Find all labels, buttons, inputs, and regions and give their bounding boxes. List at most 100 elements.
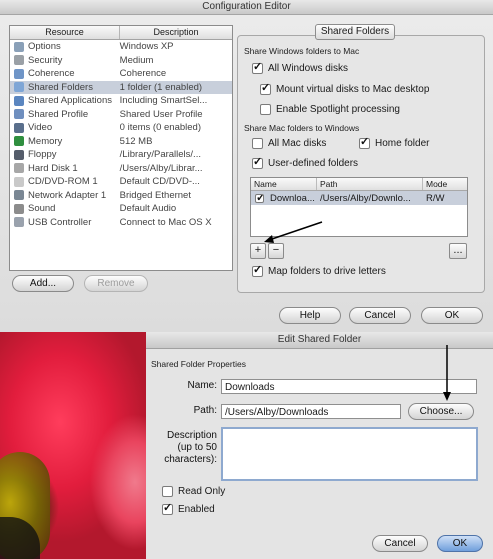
checkbox-icon [252, 138, 263, 149]
dialog-ok-button[interactable]: OK [437, 535, 483, 552]
checkbox-label: Enabled [178, 504, 215, 515]
description-label-line: (up to 50 [177, 442, 217, 453]
checkbox-label: All Windows disks [268, 63, 349, 74]
add-folder-button[interactable]: + [250, 243, 266, 259]
windows-section-label: Share Windows folders to Mac [244, 46, 360, 56]
enable-spotlight-checkbox[interactable]: Enable Spotlight processing [260, 104, 400, 115]
resource-row[interactable]: Shared Applications Including SmartSel... [10, 94, 232, 108]
user-defined-folders-checkbox[interactable]: User-defined folders [252, 155, 358, 169]
resource-name: Hard Disk 1 [28, 162, 78, 174]
ok-button[interactable]: OK [421, 307, 483, 324]
resource-name: Floppy [28, 149, 57, 161]
help-button[interactable]: Help [279, 307, 341, 324]
resource-row[interactable]: Hard Disk 1/Users/Alby/Librar... [10, 162, 232, 176]
checkbox-icon [252, 60, 263, 74]
path-label: Path: [193, 405, 217, 416]
security-icon [14, 55, 24, 66]
name-field[interactable]: Downloads [221, 379, 477, 394]
column-header-path[interactable]: Path [317, 178, 423, 190]
resource-name: Coherence [28, 68, 75, 80]
resource-name: Shared Profile [28, 108, 89, 120]
description-label: Description (up to 50 characters): [156, 430, 217, 466]
all-windows-disks-checkbox[interactable]: All Windows disks [252, 60, 349, 74]
memory-icon [14, 136, 24, 147]
resource-description: Default CD/DVD-... [119, 176, 200, 188]
resources-list: Options Windows XP Security Medium Coherence… [10, 40, 232, 229]
resource-name: Shared Folders [28, 81, 93, 93]
table-row[interactable]: Downloa... /Users/Alby/Downlo... R/W [251, 191, 467, 205]
folder-mode: R/W [426, 192, 445, 204]
resource-name: Video [28, 122, 53, 134]
checkbox-label: Mount virtual disks to Mac desktop [276, 84, 430, 95]
configuration-editor-window: Configuration Editor Resource Descriptio… [0, 0, 493, 333]
resource-description: 0 items (0 enabled) [119, 122, 201, 134]
cancel-button[interactable]: Cancel [349, 307, 411, 324]
resource-description: Windows XP [119, 41, 174, 53]
column-header-name[interactable]: Name [251, 178, 317, 190]
checkbox-icon [252, 155, 263, 169]
resource-description: Connect to Mac OS X [119, 216, 212, 228]
folder-name-cell: Downloa... [251, 193, 317, 204]
checkbox-icon [252, 263, 263, 277]
read-only-checkbox[interactable]: Read Only [162, 486, 225, 497]
resource-row[interactable]: Coherence Coherence [10, 67, 232, 81]
column-header-resource[interactable]: Resource [10, 26, 120, 39]
shared-folders-table: Name Path Mode Downloa... /Users/Alby/Do… [250, 177, 468, 237]
home-folder-checkbox[interactable]: Home folder [359, 135, 429, 149]
map-folders-checkbox[interactable]: Map folders to drive letters [252, 263, 386, 277]
resource-row[interactable]: USB Controller Connect to Mac OS X [10, 216, 232, 230]
column-header-description[interactable]: Description [120, 26, 232, 39]
folder-enabled-checkbox[interactable] [255, 193, 264, 203]
add-button[interactable]: Add... [12, 275, 74, 292]
resource-description: Bridged Ethernet [119, 189, 191, 201]
resource-name: Network Adapter 1 [28, 189, 107, 201]
checkbox-icon [162, 486, 173, 497]
mount-virtual-disks-checkbox[interactable]: Mount virtual disks to Mac desktop [260, 81, 430, 95]
resource-description: Shared User Profile [119, 108, 203, 120]
checkbox-label: All Mac disks [268, 138, 327, 149]
folders-table-header: Name Path Mode [251, 178, 467, 191]
shared-folders-icon [14, 82, 24, 93]
shared-profile-icon [14, 109, 24, 120]
description-field[interactable] [221, 427, 478, 481]
checkbox-icon [162, 501, 173, 515]
resource-description: 512 MB [119, 135, 153, 147]
resource-row[interactable]: CD/DVD-ROM 1 Default CD/DVD-... [10, 175, 232, 189]
enabled-checkbox[interactable]: Enabled [162, 501, 215, 515]
choose-button[interactable]: Choose... [408, 403, 474, 420]
shared-applications-icon [14, 95, 24, 106]
path-field[interactable]: /Users/Alby/Downloads [221, 404, 401, 419]
resource-row[interactable]: Options Windows XP [10, 40, 232, 54]
usb-controller-icon [14, 217, 24, 228]
resource-description: Including SmartSel... [119, 95, 208, 107]
resource-name: USB Controller [28, 216, 92, 228]
resource-row[interactable]: Shared Profile Shared User Profile [10, 108, 232, 122]
tab-shared-folders[interactable]: Shared Folders [315, 24, 395, 40]
folder-name: Downloa... [270, 192, 315, 204]
resource-row[interactable]: Shared Folders 1 folder (1 enabled) [10, 80, 232, 94]
remove-button[interactable]: Remove [84, 275, 148, 292]
resource-row[interactable]: Memory 512 MB [10, 135, 232, 149]
network-adapter-icon [14, 190, 24, 201]
resource-row[interactable]: Floppy/Library/Parallels/... [10, 148, 232, 162]
checkbox-icon [260, 104, 271, 115]
resource-row[interactable]: Sound Default Audio [10, 202, 232, 216]
resource-row[interactable]: Video 0 items (0 enabled) [10, 121, 232, 135]
resource-description: 1 folder (1 enabled) [119, 81, 203, 93]
column-header-mode[interactable]: Mode [423, 178, 467, 190]
resource-name: Sound [28, 203, 56, 215]
remove-folder-button[interactable]: − [268, 243, 284, 259]
description-label-line: Description [166, 430, 217, 441]
dialog-cancel-button[interactable]: Cancel [372, 535, 428, 552]
resource-row[interactable]: Security Medium [10, 54, 232, 68]
dialog-title: Edit Shared Folder [146, 332, 493, 349]
resource-name: Memory [28, 135, 63, 147]
description-label-line: characters): [164, 454, 217, 465]
all-mac-disks-checkbox[interactable]: All Mac disks [252, 138, 326, 149]
name-label: Name: [187, 380, 217, 391]
video-icon [14, 122, 24, 133]
resource-row[interactable]: Network Adapter 1 Bridged Ethernet [10, 189, 232, 203]
more-options-button[interactable]: ... [449, 243, 467, 259]
resource-description: Default Audio [119, 203, 177, 215]
checkbox-label: Enable Spotlight processing [276, 104, 400, 115]
